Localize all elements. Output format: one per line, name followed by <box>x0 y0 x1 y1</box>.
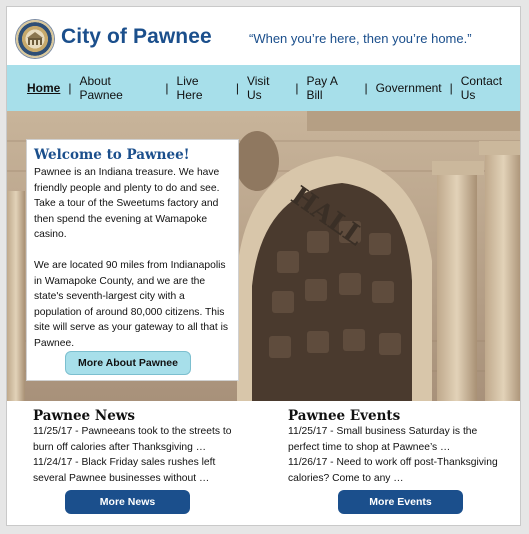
nav-separator: | <box>235 81 239 95</box>
events-item[interactable]: 11/25/17 - Small business Saturday is th… <box>288 424 503 455</box>
city-seal-icon[interactable] <box>16 20 54 58</box>
nav-separator: | <box>295 81 299 95</box>
news-item[interactable]: 11/24/17 - Black Friday sales rushes lef… <box>33 455 248 486</box>
news-heading: Pawnee News <box>33 408 136 424</box>
nav-separator: | <box>165 81 169 95</box>
nav-item-pay-a-bill[interactable]: Pay A Bill <box>307 74 357 102</box>
events-item[interactable]: 11/26/17 - Need to work off post-Thanksg… <box>288 455 503 486</box>
news-item[interactable]: 11/25/17 - Pawneeans took to the streets… <box>33 424 248 455</box>
site-header: City of Pawnee “When you’re here, then y… <box>7 7 520 65</box>
nav-item-live-here[interactable]: Live Here <box>177 74 228 102</box>
nav-item-contact-us[interactable]: Contact Us <box>461 74 520 102</box>
nav-item-home[interactable]: Home <box>27 81 60 95</box>
welcome-paragraph-2: We are located 90 miles from Indianapoli… <box>34 260 229 349</box>
welcome-paragraph-1: Pawnee is an Indiana treasure. We have f… <box>34 167 220 240</box>
welcome-heading: Welcome to Pawnee! <box>34 147 190 163</box>
nav-separator: | <box>68 81 72 95</box>
main-nav: Home | About Pawnee | Live Here | Visit … <box>7 65 520 111</box>
page-frame: City of Pawnee “When you’re here, then y… <box>6 6 521 526</box>
news-section: Pawnee News 11/25/17 - Pawneeans took to… <box>33 408 248 486</box>
more-events-button[interactable]: More Events <box>338 490 463 514</box>
tagline: “When you’re here, then you’re home.” <box>249 31 472 46</box>
events-heading: Pawnee Events <box>288 408 401 424</box>
welcome-card: Welcome to Pawnee! Pawnee is an Indiana … <box>26 139 239 381</box>
nav-item-government[interactable]: Government <box>376 81 442 95</box>
hero-banner: HALL Welcome to Pawnee! Pawnee is an Ind… <box>7 111 520 401</box>
site-title[interactable]: City of Pawnee <box>61 25 212 49</box>
nav-separator: | <box>364 81 368 95</box>
nav-separator: | <box>449 81 453 95</box>
nav-item-about-pawnee[interactable]: About Pawnee <box>79 74 157 102</box>
more-about-pawnee-button[interactable]: More About Pawnee <box>65 351 191 375</box>
events-section: Pawnee Events 11/25/17 - Small business … <box>288 408 503 486</box>
nav-item-visit-us[interactable]: Visit Us <box>247 74 287 102</box>
more-news-button[interactable]: More News <box>65 490 190 514</box>
